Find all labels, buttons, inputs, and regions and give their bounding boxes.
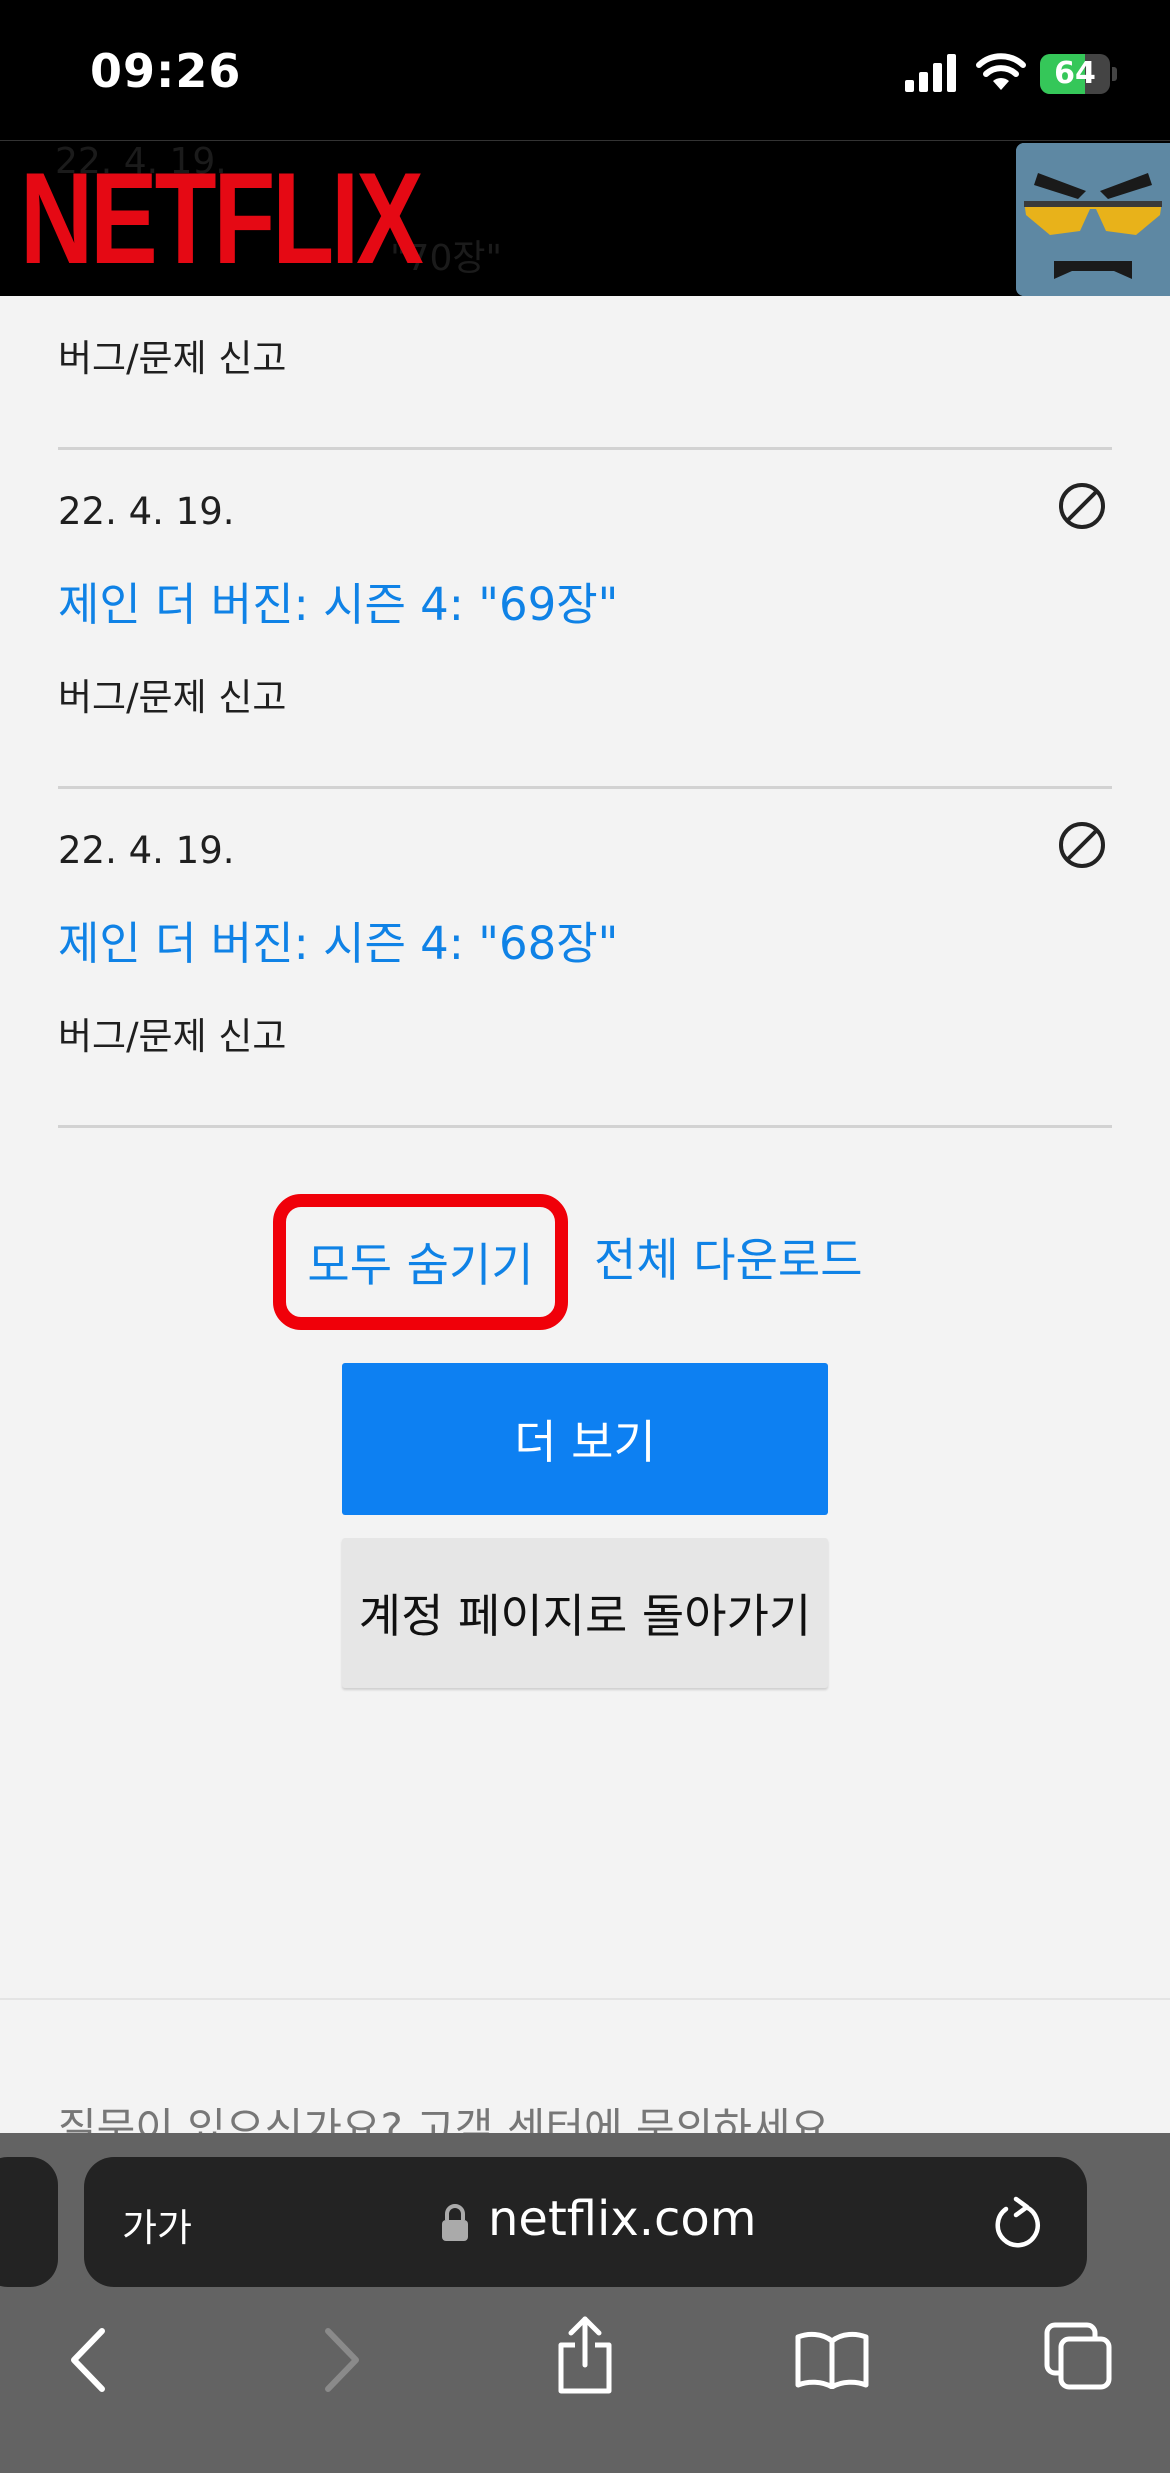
footer-divider xyxy=(0,1998,1170,2000)
divider xyxy=(58,786,1112,789)
status-time: 09:26 xyxy=(90,44,242,98)
report-label: 버그/문제 신고 xyxy=(58,337,287,380)
battery-icon: 64 xyxy=(1040,54,1117,94)
text-size-button[interactable]: 가가 xyxy=(122,2197,192,2252)
bookmarks-icon[interactable] xyxy=(794,2329,870,2389)
battery-level: 64 xyxy=(1054,56,1096,91)
profile-avatar[interactable] xyxy=(1016,143,1170,296)
hide-all-link[interactable]: 모두 숨기기 xyxy=(273,1194,568,1330)
back-to-account-button[interactable]: 계정 페이지로 돌아가기 xyxy=(342,1538,828,1688)
hide-activity-icon[interactable] xyxy=(1056,819,1108,871)
avatar-face-icon xyxy=(1016,143,1170,296)
reload-icon[interactable] xyxy=(992,2195,1044,2251)
back-icon[interactable] xyxy=(66,2325,112,2395)
address-bar[interactable]: 가가 netflix.com xyxy=(84,2157,1087,2287)
netflix-logo[interactable]: NETFLIX xyxy=(20,153,424,283)
tabs-icon[interactable] xyxy=(1043,2321,1113,2391)
activity-date: 22. 4. 19. xyxy=(58,490,235,533)
more-button[interactable]: 더 보기 xyxy=(342,1363,828,1515)
lock-icon xyxy=(442,2204,468,2241)
activity-title-link[interactable]: 제인 더 버진: 시즌 4: "68장" xyxy=(58,907,618,972)
report-link[interactable]: 버그/문제 신고 xyxy=(58,667,286,721)
share-icon[interactable] xyxy=(555,2315,615,2395)
previous-tab-preview[interactable] xyxy=(0,2157,58,2287)
divider xyxy=(58,447,1112,450)
safari-toolbar: 가가 netflix.com xyxy=(0,2133,1170,2473)
wifi-icon xyxy=(976,53,1026,90)
status-bar: 09:26 64 xyxy=(0,0,1170,140)
activity-date: 22. 4. 19. xyxy=(58,829,235,872)
activity-title-link[interactable]: 제인 더 버진: 시즌 4: "69장" xyxy=(58,568,618,633)
cellular-signal-icon xyxy=(905,54,956,92)
forward-icon[interactable] xyxy=(318,2325,364,2395)
report-link[interactable]: 버그/문제 신고 xyxy=(58,1006,286,1060)
hide-activity-icon[interactable] xyxy=(1056,480,1108,532)
netflix-header: 22. 4. 19. "70장" NETFLIX xyxy=(0,140,1170,296)
divider xyxy=(58,1125,1112,1128)
download-all-link[interactable]: 전체 다운로드 xyxy=(594,1224,863,1290)
url-domain[interactable]: netflix.com xyxy=(488,2191,757,2247)
